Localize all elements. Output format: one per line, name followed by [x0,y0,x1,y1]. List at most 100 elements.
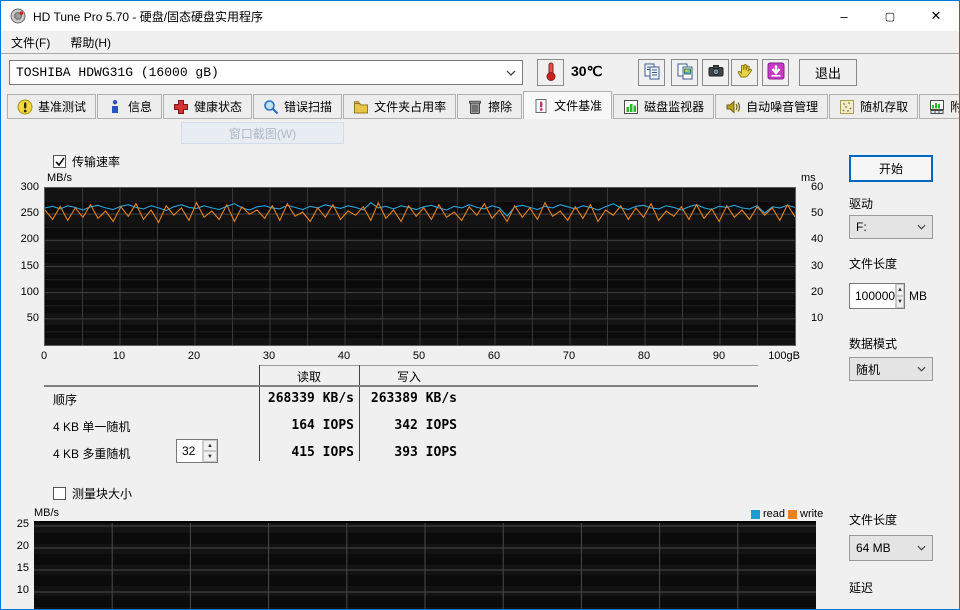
download-icon [767,62,785,83]
app-window: HD Tune Pro 5.70 - 硬盘/固态硬盘实用程序 – ▢ ✕ 文件(F)… [0,0,960,610]
transfer-rate-label: 传输速率 [72,155,121,169]
write-value: 263389 KB/s [370,391,457,406]
tab-随机存取[interactable]: 随机存取 [829,94,919,119]
file-benchmark-icon [533,98,549,114]
drive-label: 驱动 [849,197,874,211]
chart2-y-tick: 25 [16,518,29,530]
tab-文件夹占用率[interactable]: 文件夹占用率 [343,94,457,119]
file-length-value: 100000 [855,289,896,303]
y-left-tick: 150 [20,259,39,272]
menu-bar: 文件(F) 帮助(H) [1,31,959,53]
x-tick: 40 [337,350,351,362]
tab-label: 自动噪音管理 [746,100,819,114]
menu-item-help[interactable]: 帮助(H) [60,31,121,54]
chart2-y-unit: MB/s [34,507,60,519]
drive-letter-select[interactable]: F: [849,215,933,239]
block-size-chart [34,521,816,609]
block-size-checkbox[interactable]: 测量块大小 [53,485,132,502]
tooltip-remnant: 窗口截图(W) [181,122,344,144]
read-legend-swatch [751,509,760,519]
transfer-rate-checkbox[interactable]: 传输速率 [53,153,120,170]
chevron-down-icon [910,216,932,238]
tab-bar: 基准测试 信息 健康状态 错误扫描 文件夹占用率 擦除 文件基准 磁盘监视器 自动噪音管理 随机存… [1,91,959,119]
toolbar: TOSHIBA HDWG31G (16000 gB) 30℃ 退出 [1,53,959,91]
exclamation-icon [17,99,33,115]
table-header-rule [44,385,758,387]
hand-button[interactable] [731,59,758,86]
close-button[interactable]: ✕ [913,1,959,31]
checkbox-checked-icon [53,155,66,168]
tab-磁盘监视器[interactable]: 磁盘监视器 [613,94,715,119]
folder-icon [353,99,369,115]
menu-item-file[interactable]: 文件(F) [1,31,60,54]
data-mode-select[interactable]: 随机 [849,357,933,381]
file-length2-label: 文件长度 [849,513,898,527]
y-left-tick: 250 [20,207,39,220]
x-tick: 0 [40,350,48,362]
tab-信息[interactable]: 信息 [97,94,163,119]
magnifier-icon [263,99,279,115]
tab-label: 文件基准 [554,99,603,113]
file-length-unit: MB [909,289,927,303]
latency-label: 延迟 [849,581,874,595]
stepper-arrows-icon[interactable]: ▲ ▼ [202,440,217,462]
write-legend-swatch [788,509,797,519]
health-cross-icon [173,99,189,115]
write-value: 393 IOPS [394,445,457,460]
write-legend-label: write [800,508,824,520]
queue-depth-stepper[interactable]: 32 ▲ ▼ [176,439,218,463]
chevron-down-icon [500,61,522,84]
content-area: 窗口截图(W) 传输速率 MB/s ms 读取 写入 顺序 268339 KB/s… [1,119,959,609]
temperature-value: 30℃ [571,63,603,79]
chart2-y-tick: 10 [16,584,29,596]
drive-letter-value: F: [856,220,867,234]
tab-附加测试[interactable]: 附加测试 [919,94,959,119]
copy-image-icon [676,62,694,83]
x-tick: 30 [262,350,276,362]
minimize-button[interactable]: – [821,1,867,31]
file-length-stepper[interactable]: 100000 ▲ ▼ [849,283,905,309]
data-mode-label: 数据模式 [849,337,898,351]
drive-select[interactable]: TOSHIBA HDWG31G (16000 gB) [9,60,523,85]
chevron-down-icon [910,358,932,380]
write-value: 342 IOPS [394,418,457,433]
checkbox-unchecked-icon [53,487,66,500]
screenshot-camera-button[interactable] [702,59,729,86]
x-tick: 70 [562,350,576,362]
stepper-arrows-icon[interactable]: ▲ ▼ [895,284,904,308]
tab-基准测试[interactable]: 基准测试 [7,94,97,119]
x-tick: 20 [187,350,201,362]
start-button[interactable]: 开始 [849,155,933,182]
download-button[interactable] [762,59,789,86]
info-icon [107,99,123,115]
transfer-rate-chart [44,187,796,346]
tab-label: 磁盘监视器 [644,100,705,114]
chart2-y-tick: 20 [16,540,29,552]
tab-自动噪音管理[interactable]: 自动噪音管理 [715,94,829,119]
temperature-button[interactable] [537,59,564,86]
exit-button[interactable]: 退出 [799,59,857,86]
drive-select-value: TOSHIBA HDWG31G (16000 gB) [16,65,219,80]
tab-label: 健康状态 [194,100,243,114]
x-tick: 90 [712,350,726,362]
y-right-tick: 10 [811,311,824,324]
y-right-tick: 20 [811,285,824,298]
tab-label: 错误扫描 [284,100,333,114]
data-mode-value: 随机 [856,362,881,377]
extra-tests-icon [929,99,945,115]
read-legend-label: read [763,508,786,520]
title-bar: HD Tune Pro 5.70 - 硬盘/固态硬盘实用程序 – ▢ ✕ [1,1,959,31]
copy-text-button[interactable] [638,59,665,86]
tab-错误扫描[interactable]: 错误扫描 [253,94,343,119]
app-icon [9,7,27,25]
tab-健康状态[interactable]: 健康状态 [163,94,253,119]
copy-image-button[interactable] [671,59,698,86]
block-size-label: 测量块大小 [72,487,133,501]
block-file-length-select[interactable]: 64 MB [849,535,933,561]
tab-擦除[interactable]: 擦除 [457,94,523,119]
x-tick: 80 [637,350,651,362]
result-row-label: 4 KB 单一随机 [53,420,131,434]
y-right-tick: 60 [811,181,824,193]
maximize-button[interactable]: ▢ [867,1,913,31]
tab-文件基准[interactable]: 文件基准 [523,91,613,119]
